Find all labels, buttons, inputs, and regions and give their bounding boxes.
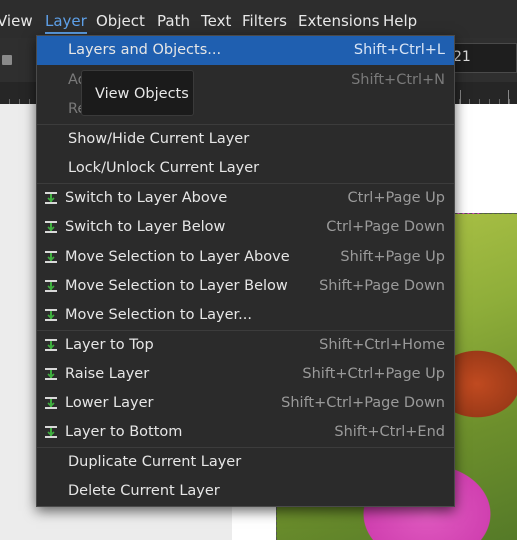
menu-view[interactable]: View [0,11,33,31]
menu-item-switch-to-layer-above[interactable]: Switch to Layer Above Ctrl+Page Up [37,184,454,213]
menu-item-lower-layer[interactable]: Lower Layer Shift+Ctrl+Page Down [37,389,454,418]
menu-item-switch-to-layer-below[interactable]: Switch to Layer Below Ctrl+Page Down [37,213,454,242]
tooltip: View Objects [81,70,194,116]
tool-icon[interactable] [2,55,12,65]
menu-item-shortcut: Shift+Page Up [340,249,445,265]
menu-item-shortcut: Shift+Ctrl+Page Down [281,395,445,411]
menu-item-shortcut: Shift+Ctrl+Page Up [302,366,445,382]
menu-path[interactable]: Path [157,11,190,31]
menu-item-delete-current-layer[interactable]: Delete Current Layer [37,477,454,506]
menu-item-label: Show/Hide Current Layer [68,131,250,147]
selection-to-layer-icon [44,308,58,322]
menu-item-label: Layer to Bottom [65,424,183,440]
selection-layer-down-icon [44,279,58,293]
ruler-major-tick [508,90,509,104]
menu-item-label: Switch to Layer Below [65,219,226,235]
lower-layer-icon [44,396,58,410]
menu-item-move-selection-to-layer-above[interactable]: Move Selection to Layer Above Shift+Page … [37,243,454,272]
menu-item-label: Lock/Unlock Current Layer [68,160,260,176]
menu-item-lock-unlock-current-layer[interactable]: Lock/Unlock Current Layer [37,154,454,183]
tooltip-text: View Objects [95,86,189,102]
menu-item-label: Lower Layer [65,395,154,411]
menu-item-raise-layer[interactable]: Raise Layer Shift+Ctrl+Page Up [37,360,454,389]
menu-layer[interactable]: Layer [45,11,87,34]
layer-down-icon [44,220,58,234]
menu-item-label: Move Selection to Layer Below [65,278,288,294]
menu-extensions[interactable]: Extensions [298,11,379,31]
menu-item-show-hide-current-layer[interactable]: Show/Hide Current Layer [37,125,454,154]
menu-item-label: Move Selection to Layer... [65,307,253,323]
menu-item-duplicate-current-layer[interactable]: Duplicate Current Layer [37,448,454,477]
ruler-major-tick [460,90,461,104]
menu-object[interactable]: Object [96,11,145,31]
menu-filters[interactable]: Filters [242,11,287,31]
menu-item-shortcut: Ctrl+Page Down [326,219,445,235]
menu-item-move-selection-to-layer[interactable]: Move Selection to Layer... [37,301,454,330]
menu-item-label: Switch to Layer Above [65,190,228,206]
toolbar-value-field[interactable]: 21 [447,43,517,73]
menu-item-move-selection-to-layer-below[interactable]: Move Selection to Layer Below Shift+Page … [37,272,454,301]
layer-up-icon [44,191,58,205]
menubar: View Layer Object Path Text Filters Exte… [0,0,517,38]
menu-item-shortcut: Shift+Ctrl+Home [319,337,445,353]
layer-bottom-icon [44,425,58,439]
toolbar-value: 21 [453,49,471,65]
menu-item-shortcut: Shift+Ctrl+N [351,72,445,88]
menu-item-label: Layer to Top [65,337,154,353]
menu-item-label: Delete Current Layer [68,483,220,499]
menu-item-layer-to-top[interactable]: Layer to Top Shift+Ctrl+Home [37,331,454,360]
menu-text[interactable]: Text [201,11,231,31]
menu-item-shortcut: Shift+Page Down [319,278,445,294]
menu-item-label: Move Selection to Layer Above [65,249,290,265]
menu-item-label: Layers and Objects... [68,42,222,58]
menu-item-layers-and-objects[interactable]: Layers and Objects... Shift+Ctrl+L [37,36,454,65]
menu-item-label: Duplicate Current Layer [68,454,242,470]
menu-item-label: Raise Layer [65,366,150,382]
menu-item-shortcut: Shift+Ctrl+End [334,424,445,440]
menu-item-shortcut: Ctrl+Page Up [347,190,445,206]
layer-top-icon [44,338,58,352]
selection-layer-up-icon [44,250,58,264]
menu-help[interactable]: Help [383,11,417,31]
menu-item-layer-to-bottom[interactable]: Layer to Bottom Shift+Ctrl+End [37,418,454,447]
raise-layer-icon [44,367,58,381]
menu-item-shortcut: Shift+Ctrl+L [353,42,445,58]
